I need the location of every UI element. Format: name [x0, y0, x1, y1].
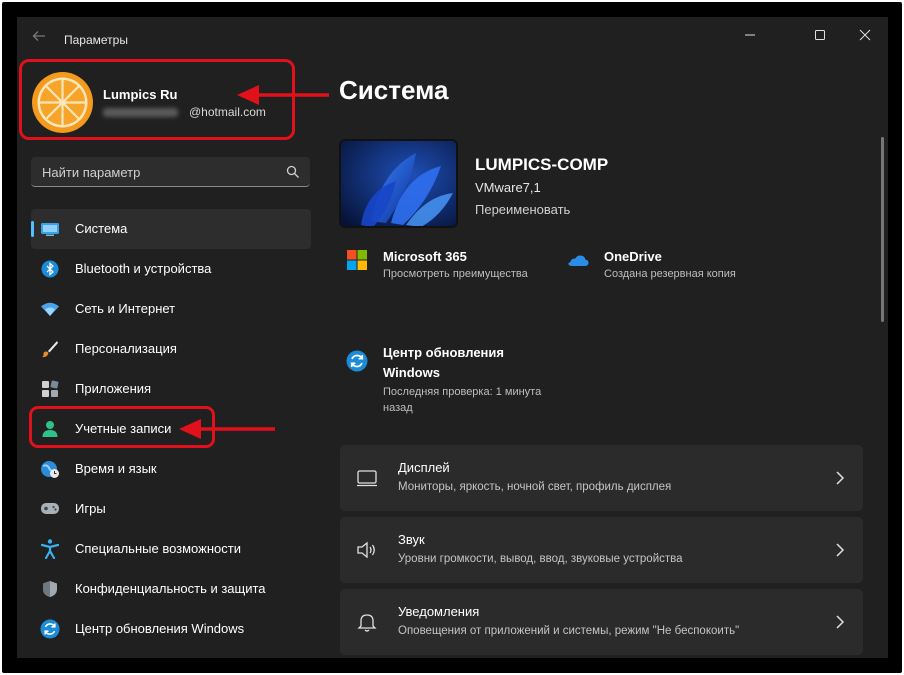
windows-update-icon: [346, 350, 368, 372]
tile-title: OneDrive: [604, 249, 662, 264]
sidebar-item-label: Приложения: [75, 381, 152, 396]
sidebar-item-label: Игры: [75, 501, 106, 516]
bell-icon: [357, 614, 377, 632]
tile-title: Microsoft 365: [383, 249, 467, 264]
sidebar-item-label: Сеть и Интернет: [75, 301, 176, 316]
device-model: VMware7,1: [475, 180, 541, 195]
chevron-right-icon: [836, 615, 845, 629]
sidebar-item-bluetooth[interactable]: Bluetooth и устройства: [31, 249, 311, 289]
sidebar-item-privacy[interactable]: Конфиденциальность и защита: [31, 569, 311, 609]
card-title: Дисплей: [398, 460, 450, 475]
minimize-button[interactable]: [727, 21, 773, 49]
bluetooth-icon: [40, 259, 60, 279]
chevron-right-icon: [836, 471, 845, 485]
system-icon: [40, 219, 60, 239]
brush-icon: [40, 339, 60, 359]
back-arrow-icon[interactable]: [29, 29, 49, 49]
device-name: LUMPICS-COMP: [475, 155, 609, 174]
sidebar-item-label: Персонализация: [75, 341, 177, 356]
tile-subtitle: Создана резервная копия: [604, 268, 736, 280]
onedrive-icon: [568, 255, 589, 266]
card-subtitle: Мониторы, яркость, ночной свет, профиль …: [398, 481, 672, 493]
maximize-button[interactable]: [797, 21, 843, 49]
sidebar-item-label: Центр обновления Windows: [75, 621, 245, 636]
app-title: Параметры: [64, 33, 128, 47]
windows-bloom-wallpaper-icon: [341, 141, 456, 226]
display-icon: [357, 470, 377, 487]
sidebar-item-apps[interactable]: Приложения: [31, 369, 311, 409]
scrollbar[interactable]: [881, 137, 884, 322]
microsoft-365-tile[interactable]: Microsoft 365 Просмотреть преимущества: [346, 247, 546, 287]
sidebar-item-label: Специальные возможности: [75, 541, 241, 556]
chevron-right-icon: [836, 543, 845, 557]
card-subtitle: Уровни громкости, вывод, ввод, звуковые …: [398, 553, 683, 565]
annotation-arrow-accounts: [179, 419, 275, 439]
settings-window: Параметры Lumpics Ru @hotmail.com Найти …: [17, 17, 888, 658]
annotation-arrow-profile: [237, 85, 329, 105]
sound-card[interactable]: Звук Уровни громкости, вывод, ввод, звук…: [340, 517, 863, 583]
sidebar-item-label: Bluetooth и устройства: [75, 261, 212, 276]
search-icon: [286, 165, 299, 178]
shield-icon: [40, 579, 60, 599]
gamepad-icon: [40, 499, 60, 519]
sidebar-item-system[interactable]: Система: [31, 209, 311, 249]
sidebar-item-network[interactable]: Сеть и Интернет: [31, 289, 311, 329]
sidebar-item-personalization[interactable]: Персонализация: [31, 329, 311, 369]
search-input[interactable]: Найти параметр: [31, 157, 310, 187]
page-title: Система: [339, 75, 449, 105]
sidebar-item-label: Конфиденциальность и защита: [75, 581, 266, 596]
minimize-icon: [745, 34, 755, 36]
onedrive-tile[interactable]: OneDrive Создана резервная копия: [567, 247, 787, 287]
sidebar-item-accessibility[interactable]: Специальные возможности: [31, 529, 311, 569]
card-title: Звук: [398, 532, 425, 547]
update-title[interactable]: Центр обновления Windows: [383, 343, 543, 383]
titlebar: Параметры: [17, 17, 888, 61]
wifi-icon: [40, 299, 60, 319]
accessibility-icon: [40, 539, 60, 559]
device-thumbnail: [339, 139, 458, 228]
card-subtitle: Оповещения от приложений и системы, режи…: [398, 625, 740, 637]
sidebar-item-label: Система: [75, 221, 128, 236]
card-title: Уведомления: [398, 604, 480, 619]
update-icon: [40, 619, 60, 639]
rename-link[interactable]: Переименовать: [475, 202, 570, 217]
close-button[interactable]: [842, 21, 888, 49]
time-language-icon: [40, 459, 60, 479]
display-card[interactable]: Дисплей Мониторы, яркость, ночной свет, …: [340, 445, 863, 511]
close-icon: [859, 29, 871, 41]
sound-icon: [357, 541, 375, 559]
search-placeholder: Найти параметр: [42, 165, 141, 180]
tile-subtitle: Просмотреть преимущества: [383, 268, 528, 280]
microsoft-365-icon: [347, 250, 367, 270]
sidebar-item-label: Время и язык: [75, 461, 157, 476]
notifications-card[interactable]: Уведомления Оповещения от приложений и с…: [340, 589, 863, 655]
update-subtitle: Последняя проверка: 1 минута назад: [383, 386, 542, 414]
sidebar-item-windows-update[interactable]: Центр обновления Windows: [31, 609, 311, 649]
sidebar-item-gaming[interactable]: Игры: [31, 489, 311, 529]
apps-icon: [40, 379, 60, 399]
maximize-icon: [815, 30, 825, 40]
sidebar-item-time-language[interactable]: Время и язык: [31, 449, 311, 489]
